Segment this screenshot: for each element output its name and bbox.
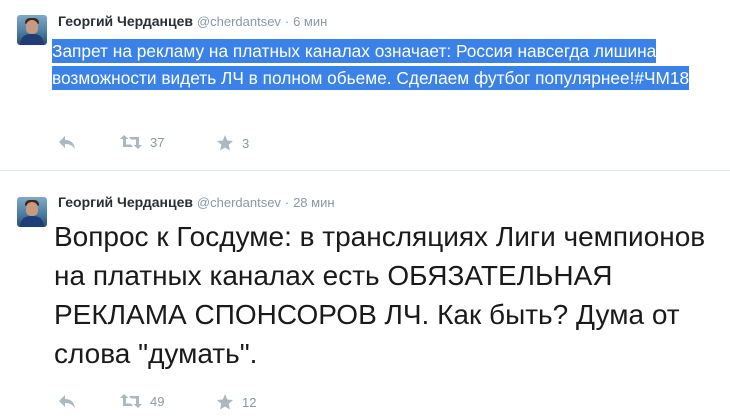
reply-icon <box>59 395 75 408</box>
retweet-count: 49 <box>150 393 165 409</box>
favorite-button[interactable]: 12 <box>216 393 256 411</box>
tweet-header: Георгий Черданцев @cherdantsev · 6 мин <box>58 12 327 31</box>
favorite-button[interactable]: 3 <box>216 134 249 152</box>
retweet-icon <box>120 394 142 408</box>
selected-text: Запрет на рекламу на платных каналах озн… <box>52 39 690 90</box>
tweet-text: Запрет на рекламу на платных каналах озн… <box>52 38 702 92</box>
tweet[interactable]: Георгий Черданцев @cherdantsev · 6 мин З… <box>0 0 730 170</box>
author-name[interactable]: Георгий Черданцев <box>58 13 193 29</box>
favorite-count: 12 <box>242 394 257 410</box>
tweet[interactable]: Георгий Черданцев @cherdantsev · 28 мин … <box>0 170 730 420</box>
author-handle[interactable]: @cherdantsev <box>197 14 281 29</box>
reply-icon <box>59 136 75 149</box>
favorite-count: 3 <box>242 135 250 151</box>
avatar[interactable] <box>17 15 47 45</box>
header-separator: · <box>284 195 290 210</box>
tweet-text: Вопрос к Госдуме: в трансляциях Лиги чем… <box>54 221 706 369</box>
retweet-button[interactable]: 49 <box>120 393 164 409</box>
tweet-time[interactable]: 28 мин <box>293 195 334 210</box>
star-icon <box>216 135 234 151</box>
author-name[interactable]: Георгий Черданцев <box>58 194 193 210</box>
retweet-count: 37 <box>150 134 165 150</box>
retweet-button[interactable]: 37 <box>120 134 164 150</box>
tweet-time[interactable]: 6 мин <box>293 14 327 29</box>
star-icon <box>216 394 234 410</box>
author-handle[interactable]: @cherdantsev <box>197 195 281 210</box>
retweet-icon <box>120 135 142 149</box>
avatar[interactable] <box>17 197 47 227</box>
reply-button[interactable] <box>58 134 76 150</box>
tweet-header: Георгий Черданцев @cherdantsev · 28 мин <box>58 193 335 212</box>
reply-button[interactable] <box>58 393 76 409</box>
header-separator: · <box>284 14 290 29</box>
